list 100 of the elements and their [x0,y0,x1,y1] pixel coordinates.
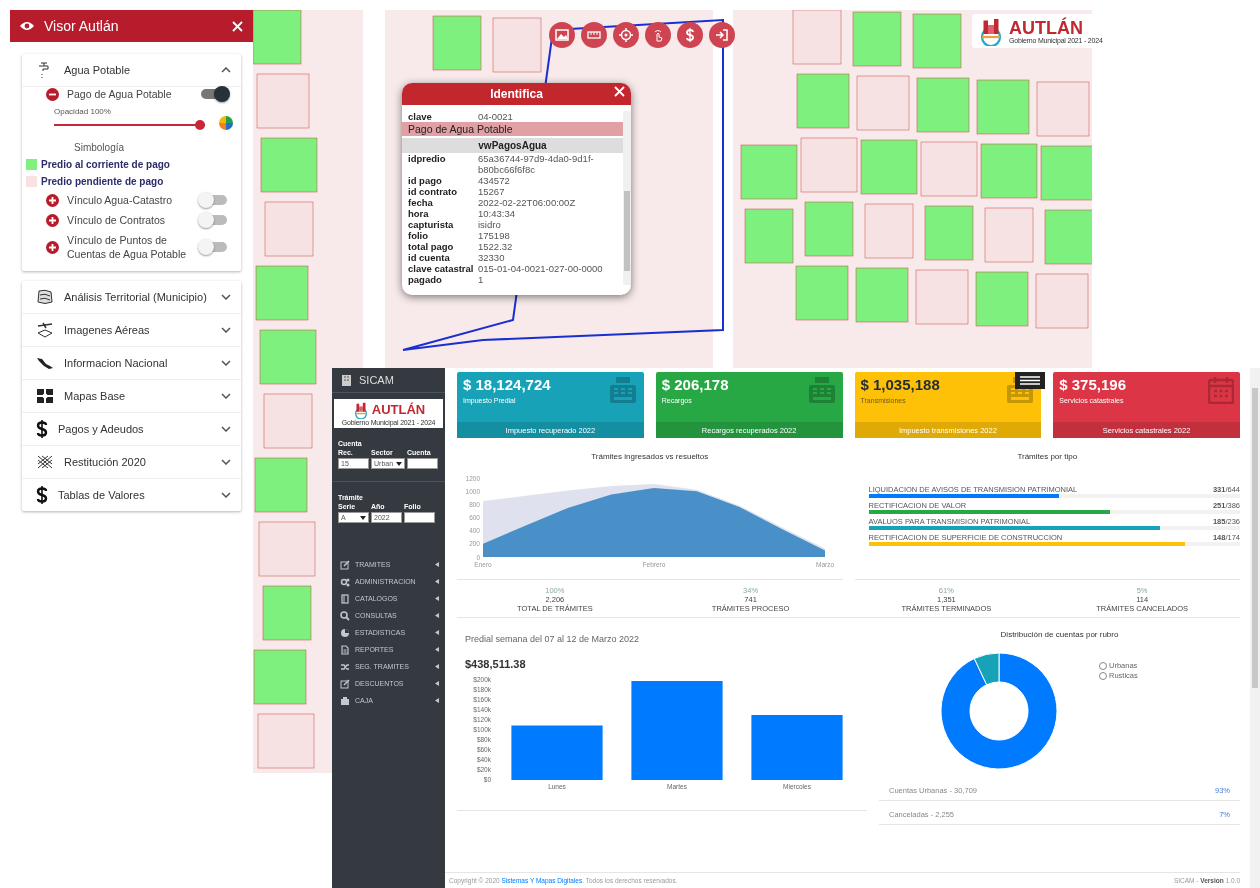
field-label: clave catastral [408,263,475,274]
chart-title: Predial semana del 07 al 12 de Marzo 2022 [464,633,641,646]
land-parcel[interactable] [800,137,858,193]
card-value: $ 18,124,724 [463,376,552,393]
chart-title: Trámites ingresados vs resueltos [590,452,710,461]
country-map-icon [36,355,54,371]
opacity-label: Opacidad 100% [54,107,112,116]
calendar-icon [1208,376,1234,404]
expand-button[interactable] [46,193,59,207]
book-icon [340,593,350,604]
field-value: isidro [478,219,502,230]
field-value: 175198 [478,230,511,241]
land-parcel[interactable] [264,201,314,257]
layer-group-header[interactable]: Restitución 2020 [22,446,241,479]
close-button[interactable] [614,86,625,97]
chevron-down-icon [221,492,231,498]
layer-group-header[interactable]: Pagos y Adeudos [22,413,241,446]
land-parcel[interactable] [855,267,909,323]
menu-icon [1020,376,1040,385]
toggle-switch[interactable] [201,242,227,252]
layer-group-header[interactable]: Informacion Nacional [22,347,241,380]
land-parcel[interactable] [920,141,978,197]
chart-title: Distribución de cuentas por rubro [999,629,1120,639]
chevron-left-icon [435,647,439,652]
pie-chart-icon[interactable] [219,116,233,130]
image-icon [555,29,569,41]
land-parcel[interactable] [257,713,315,769]
scrollbar[interactable] [623,111,631,285]
layer-group-header[interactable]: Imagenes Aéreas [22,314,241,347]
land-parcel[interactable] [263,393,313,449]
eye-icon [20,21,34,31]
land-parcel[interactable] [255,265,309,321]
land-parcel[interactable] [916,77,970,133]
cash-register-icon [806,376,837,404]
field-value: 04-0021 [478,111,514,122]
layer-group-header[interactable]: Mapas Base [22,380,241,413]
toggle-switch[interactable] [201,215,227,225]
land-parcel[interactable] [804,201,854,257]
edit-icon [340,559,350,570]
land-parcel[interactable] [976,79,1030,135]
land-parcel[interactable] [980,143,1038,199]
field-value: 10:43:34 [478,208,516,219]
expand-button[interactable] [46,213,59,227]
land-parcel[interactable] [795,265,849,321]
land-parcel[interactable] [852,11,902,67]
chevron-left-icon [435,681,439,686]
land-parcel[interactable] [915,269,969,325]
grid-icon [36,388,54,404]
land-parcel[interactable] [740,144,798,200]
land-parcel[interactable] [975,271,1029,327]
land-parcel[interactable] [1040,145,1092,201]
caret-icon [396,461,402,466]
land-parcel[interactable] [984,207,1034,263]
land-parcel[interactable] [253,649,307,705]
land-parcel[interactable] [912,13,962,69]
layer-group-header[interactable]: Tablas de Valores [22,479,241,511]
close-button[interactable] [232,20,243,32]
toggle-switch[interactable] [201,195,227,205]
expand-button[interactable] [46,240,59,254]
field-label: pagado [408,274,443,285]
land-parcel[interactable] [254,457,308,513]
airplane-icon [36,322,54,338]
land-parcel[interactable] [924,205,974,261]
land-parcel[interactable] [262,585,312,641]
land-parcel[interactable] [796,73,850,129]
field-value: 434572 [478,175,511,186]
toggle-switch[interactable] [201,89,227,99]
legend-title: Simbología [73,142,126,153]
scrollbar[interactable] [1250,368,1260,888]
chevron-up-icon [221,67,231,73]
layer-group-header[interactable]: Agua Potable [22,54,241,87]
legend-label: Predio pendiente de pago [41,176,164,187]
chevron-left-icon [435,596,439,601]
land-parcel[interactable] [256,73,310,129]
chevron-left-icon [435,613,439,618]
chevron-left-icon [435,562,439,567]
land-parcel[interactable] [860,139,918,195]
field-label: hora [408,208,430,219]
land-parcel[interactable] [492,17,542,73]
input-field[interactable] [404,512,435,523]
field-value: 015-01-04-0021-027-00-0000 [478,263,604,274]
land-parcel[interactable] [792,10,842,65]
chevron-down-icon [221,426,231,432]
land-parcel[interactable] [1036,81,1090,137]
land-parcel[interactable] [744,208,794,264]
input-field[interactable] [407,458,438,469]
collapse-button[interactable] [46,87,59,101]
land-parcel[interactable] [856,75,910,131]
land-parcel[interactable] [1044,209,1092,265]
layer-group-header[interactable]: Análisis Territorial (Municipio) [22,281,241,314]
land-parcel[interactable] [1035,273,1089,329]
land-parcel[interactable] [258,521,316,577]
land-parcel[interactable] [260,137,318,193]
land-parcel[interactable] [864,203,914,259]
search-icon [340,610,350,621]
menu-button[interactable] [1015,372,1045,389]
cash-register-icon [607,376,638,404]
land-parcel[interactable] [432,15,482,71]
land-parcel[interactable] [259,329,317,385]
field-value: 2022-02-22T06:00:00Z [478,197,577,208]
